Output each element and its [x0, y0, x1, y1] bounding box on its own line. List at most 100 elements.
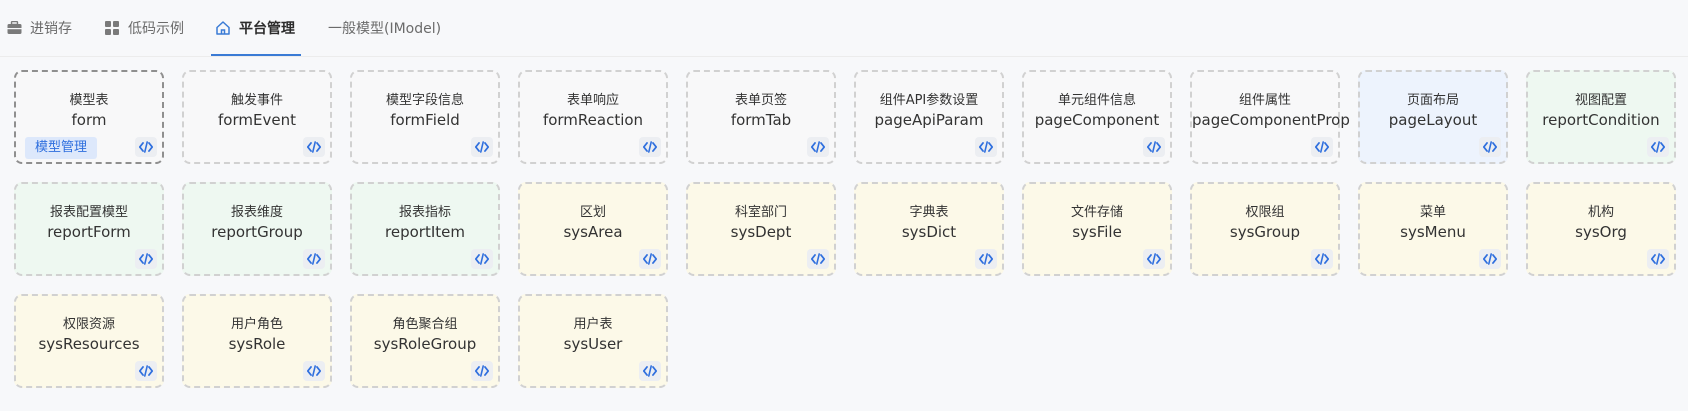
code-icon[interactable] — [1143, 137, 1165, 157]
code-icon[interactable] — [639, 137, 661, 157]
model-card-sysDict[interactable]: 字典表 sysDict — [854, 182, 1004, 276]
code-icon[interactable] — [639, 249, 661, 269]
model-card-formReaction[interactable]: 表单响应 formReaction — [518, 70, 668, 164]
model-card-formTab[interactable]: 表单页签 formTab — [686, 70, 836, 164]
code-icon[interactable] — [975, 249, 997, 269]
code-icon[interactable] — [1311, 137, 1333, 157]
card-title-en: reportItem — [385, 223, 465, 241]
card-title-en: reportGroup — [211, 223, 303, 241]
tab-jinxiaocun[interactable]: 进销存 — [6, 0, 72, 56]
card-title-en: formTab — [730, 111, 792, 129]
code-icon[interactable] — [471, 137, 493, 157]
code-icon[interactable] — [303, 249, 325, 269]
model-card-sysArea[interactable]: 区划 sysArea — [518, 182, 668, 276]
card-title-cn: 单元组件信息 — [1057, 93, 1136, 108]
tab-general-model[interactable]: 一般模型(IModel) — [328, 0, 441, 56]
model-card-pageApiParam[interactable]: 组件API参数设置 pageApiParam — [854, 70, 1004, 164]
model-card-sysOrg[interactable]: 机构 sysOrg — [1526, 182, 1676, 276]
card-title-cn: 触发事件 — [230, 93, 283, 108]
card-title-cn: 视图配置 — [1574, 93, 1627, 108]
model-card-pageLayout[interactable]: 页面布局 pageLayout — [1358, 70, 1508, 164]
card-title-cn: 报表指标 — [398, 205, 451, 220]
tab-platform-management[interactable]: 平台管理 — [211, 0, 301, 56]
code-icon[interactable] — [1647, 137, 1669, 157]
card-title-en: sysOrg — [1575, 223, 1627, 241]
code-icon[interactable] — [1311, 249, 1333, 269]
model-card-reportForm[interactable]: 报表配置模型 reportForm — [14, 182, 164, 276]
model-card-sysUser[interactable]: 用户表 sysUser — [518, 294, 668, 388]
card-title-en: pageComponent — [1034, 111, 1160, 129]
model-card-reportItem[interactable]: 报表指标 reportItem — [350, 182, 500, 276]
card-title-cn: 角色聚合组 — [392, 317, 458, 332]
card-tag: 模型管理 — [25, 137, 98, 159]
card-title-en: formField — [390, 111, 460, 129]
briefcase-icon — [6, 20, 22, 36]
card-title-en: sysDict — [901, 223, 957, 241]
model-card-formEvent[interactable]: 触发事件 formEvent — [182, 70, 332, 164]
model-card-pageComponent[interactable]: 单元组件信息 pageComponent — [1022, 70, 1172, 164]
card-title-cn: 模型字段信息 — [385, 93, 464, 108]
card-title-en: pageComponentProp — [1192, 111, 1350, 129]
home-icon — [215, 20, 231, 36]
code-icon[interactable] — [471, 249, 493, 269]
card-title-cn: 权限组 — [1245, 205, 1285, 220]
code-icon[interactable] — [135, 361, 157, 381]
model-card-sysRole[interactable]: 用户角色 sysRole — [182, 294, 332, 388]
card-title-cn: 权限资源 — [62, 317, 115, 332]
card-title-en: reportForm — [47, 223, 131, 241]
card-title-en: sysMenu — [1400, 223, 1466, 241]
model-card-sysFile[interactable]: 文件存储 sysFile — [1022, 182, 1172, 276]
card-title-en: pageApiParam — [874, 111, 984, 129]
model-card-sysDept[interactable]: 科室部门 sysDept — [686, 182, 836, 276]
code-icon[interactable] — [1479, 249, 1501, 269]
code-icon[interactable] — [135, 137, 157, 157]
code-icon[interactable] — [303, 137, 325, 157]
grid-icon — [104, 20, 120, 36]
model-card-sysMenu[interactable]: 菜单 sysMenu — [1358, 182, 1508, 276]
card-title-cn: 页面布局 — [1406, 93, 1459, 108]
model-card-reportGroup[interactable]: 报表维度 reportGroup — [182, 182, 332, 276]
card-title-cn: 字典表 — [909, 205, 949, 220]
card-title-en: sysArea — [563, 223, 623, 241]
model-card-pageComponentProp[interactable]: 组件属性 pageComponentProp — [1190, 70, 1350, 164]
code-icon[interactable] — [471, 361, 493, 381]
card-title-en: sysFile — [1072, 223, 1122, 241]
model-card-formField[interactable]: 模型字段信息 formField — [350, 70, 500, 164]
model-card-sysGroup[interactable]: 权限组 sysGroup — [1190, 182, 1340, 276]
tab-label: 平台管理 — [239, 21, 295, 37]
active-tab-indicator — [211, 54, 301, 56]
code-icon[interactable] — [135, 249, 157, 269]
card-title-cn: 文件存储 — [1070, 205, 1123, 220]
card-title-cn: 模型表 — [69, 93, 109, 108]
code-icon[interactable] — [807, 249, 829, 269]
model-card-sysResources[interactable]: 权限资源 sysResources — [14, 294, 164, 388]
card-title-en: formEvent — [218, 111, 296, 129]
card-title-cn: 组件API参数设置 — [879, 93, 979, 108]
model-card-reportCondition[interactable]: 视图配置 reportCondition — [1526, 70, 1676, 164]
code-icon[interactable] — [1479, 137, 1501, 157]
card-title-en: sysUser — [563, 335, 623, 353]
tab-lowcode-examples[interactable]: 低码示例 — [104, 0, 184, 56]
card-title-cn: 用户角色 — [230, 317, 283, 332]
model-card-form[interactable]: 模型表 form 模型管理 — [14, 70, 164, 164]
code-icon[interactable] — [807, 137, 829, 157]
model-card-sysRoleGroup[interactable]: 角色聚合组 sysRoleGroup — [350, 294, 500, 388]
card-title-cn: 报表配置模型 — [49, 205, 128, 220]
code-icon[interactable] — [639, 361, 661, 381]
tab-label: 低码示例 — [128, 21, 184, 37]
code-icon[interactable] — [1647, 249, 1669, 269]
card-title-cn: 组件属性 — [1238, 93, 1291, 108]
card-title-en: sysRole — [228, 335, 286, 353]
card-title-en: sysGroup — [1229, 223, 1301, 241]
code-icon[interactable] — [303, 361, 325, 381]
tab-label: 进销存 — [30, 21, 72, 37]
tab-bar: 进销存 低码示例 平台管理 一般模型(IModel) — [0, 0, 1688, 57]
card-title-en: sysRoleGroup — [373, 335, 477, 353]
card-title-cn: 区划 — [579, 205, 606, 220]
card-title-en: formReaction — [542, 111, 644, 129]
code-icon[interactable] — [1143, 249, 1165, 269]
card-title-en: form — [71, 111, 107, 129]
code-icon[interactable] — [975, 137, 997, 157]
card-title-cn: 机构 — [1587, 205, 1614, 220]
card-title-en: sysDept — [730, 223, 792, 241]
